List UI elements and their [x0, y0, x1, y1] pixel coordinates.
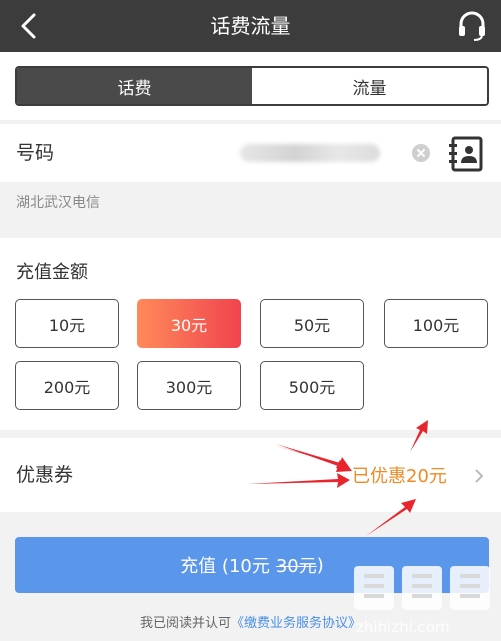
amount-heading: 充值金额 — [16, 262, 88, 283]
original-price: 30元 — [275, 556, 317, 577]
tab-bar: 话费 流量 — [0, 52, 501, 120]
phone-label: 号码 — [16, 142, 55, 164]
top-bar: 话费流量 — [0, 0, 501, 52]
chevron-right-icon — [475, 469, 484, 483]
amount-option-300[interactable]: 300元 — [137, 361, 241, 410]
tab-phone-credit[interactable]: 话费 — [17, 68, 252, 104]
recharge-button[interactable]: 充值 (10元 30元 ) — [15, 537, 489, 593]
segmented-control: 话费 流量 — [15, 66, 489, 106]
contacts-book-icon[interactable] — [446, 134, 486, 174]
page-title: 话费流量 — [210, 14, 291, 38]
amount-option-100[interactable]: 100元 — [384, 299, 488, 348]
coupon-row[interactable]: 优惠券 已优惠20元 — [0, 438, 501, 512]
amount-option-50[interactable]: 50元 — [260, 299, 364, 348]
recharge-button-label: 充值 (10元 — [180, 556, 270, 577]
tab-data[interactable]: 流量 — [252, 68, 487, 104]
phone-number-row: 号码 — [0, 124, 501, 182]
recharge-button-suffix: ) — [316, 554, 324, 576]
phone-number-input[interactable] — [240, 144, 380, 162]
amount-section: 充值金额 10元 30元 50元 100元 200元 300元 500元 — [0, 238, 501, 430]
amount-option-30[interactable]: 30元 — [137, 299, 241, 348]
coupon-label: 优惠券 — [16, 464, 74, 486]
clear-icon[interactable] — [412, 144, 430, 162]
coupon-discount: 已优惠20元 — [352, 466, 447, 487]
agreement-prefix: 我已阅读并认可 — [139, 616, 231, 631]
amount-option-10[interactable]: 10元 — [15, 299, 119, 348]
amount-option-500[interactable]: 500元 — [260, 361, 364, 410]
amount-option-200[interactable]: 200元 — [15, 361, 119, 410]
headset-icon[interactable] — [455, 9, 489, 43]
carrier-info: 湖北武汉电信 — [16, 195, 100, 211]
agreement-text: 我已阅读并认可《缴费业务服务协议》 — [0, 612, 501, 631]
agreement-link[interactable]: 《缴费业务服务协议》 — [231, 616, 361, 631]
